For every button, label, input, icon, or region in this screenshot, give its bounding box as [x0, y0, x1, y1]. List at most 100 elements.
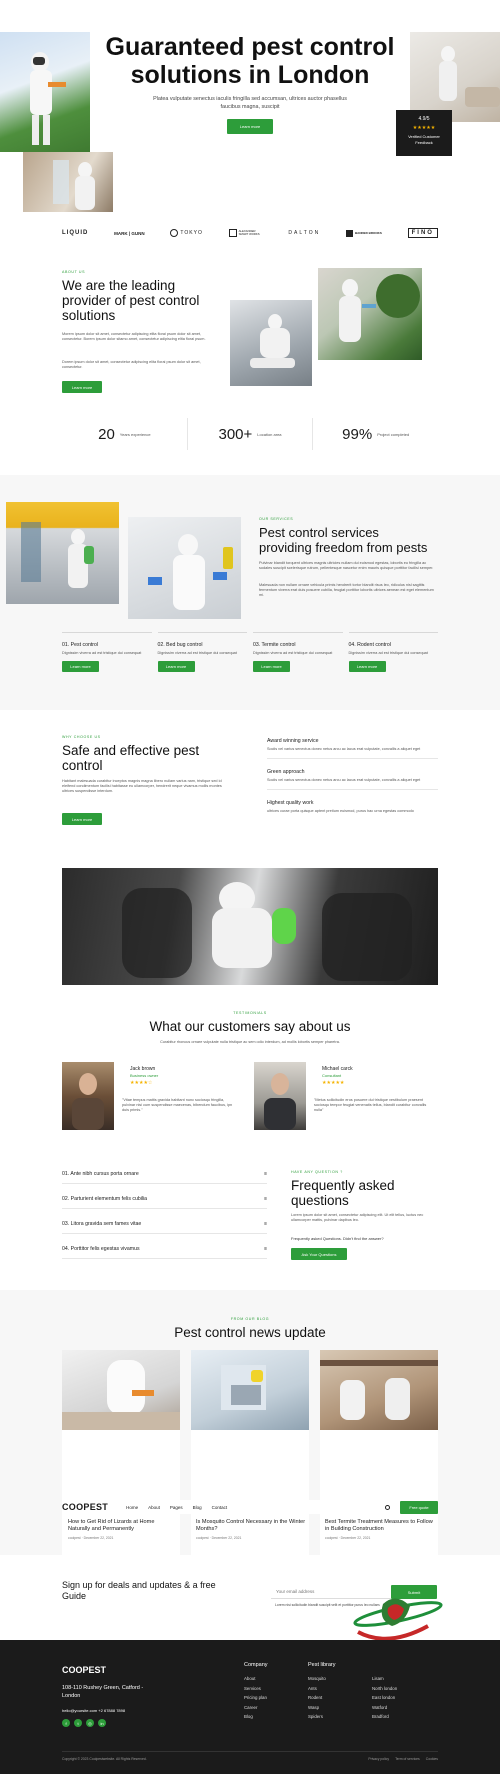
why-learn-more-button[interactable]: Learn more	[62, 813, 102, 825]
logo-strip: LIQUID MARK | GUNN TOKYO ALEXANDER SMART…	[62, 225, 438, 241]
footer-link-career[interactable]: Career	[244, 1705, 267, 1710]
footer-link-ants[interactable]: Ants	[308, 1686, 326, 1691]
footer: COOPEST 108-110 Rushey Green, Catford - …	[0, 1640, 500, 1774]
footer-link-watford[interactable]: Watford	[372, 1705, 397, 1710]
stats-row: 20 Years experience 300+ Location area 9…	[62, 418, 438, 450]
hero-photo-left-small	[23, 152, 113, 212]
services-photo-1	[6, 502, 119, 604]
nav-about[interactable]: About	[148, 1505, 160, 1510]
expand-icon[interactable]: ≡	[264, 1196, 267, 1202]
faq-item-2[interactable]: 02. Parturient elementum felis cubilia ≡	[62, 1184, 267, 1209]
faq-item-4[interactable]: 04. Porttitor felis egestas vivamus ≡	[62, 1234, 267, 1259]
linkedin-icon[interactable]: in	[98, 1719, 106, 1727]
service-bedbug-learn-more-button[interactable]: Learn more	[157, 661, 195, 672]
footer-link-rodent[interactable]: Rodent	[308, 1695, 326, 1700]
footer-logo[interactable]: COOPEST	[62, 1665, 106, 1675]
about-photo-2	[318, 268, 422, 360]
blog-post-1-title[interactable]: How to Get Rid of Lizards at Home Natura…	[68, 1519, 178, 1533]
footer-link-blog[interactable]: Blog	[244, 1714, 267, 1719]
stat-locations: 300+ Location area	[188, 418, 314, 450]
navbar-logo[interactable]: COOPEST	[62, 1502, 108, 1512]
testimonial-2-role: Consultant	[322, 1073, 342, 1078]
service-card-bedbug: 02. Bed bug control Dignissim viverra ad…	[157, 632, 247, 687]
facebook-icon[interactable]: f	[62, 1719, 70, 1727]
expand-icon[interactable]: ≡	[264, 1171, 267, 1177]
service-termite-learn-more-button[interactable]: Learn more	[253, 661, 290, 672]
man-portrait-illustration	[72, 1073, 104, 1130]
search-icon[interactable]	[385, 1504, 390, 1510]
avatar	[62, 1062, 114, 1130]
footer-link-pricing[interactable]: Pricing plan	[244, 1695, 267, 1700]
blog-post-2-text: Is Mosquito Control Necessary in the Win…	[196, 1519, 306, 1540]
about-eyebrow: ABOUT US	[62, 270, 86, 274]
service-card-pest: 01. Pest control Dignissim viverra ad es…	[62, 632, 152, 687]
faq-item-3[interactable]: 03. Litora gravida sem fames vitae ≡	[62, 1209, 267, 1234]
privacy-policy-link[interactable]: Privacy policy	[368, 1757, 389, 1761]
services-photo-2	[128, 517, 241, 619]
instagram-icon[interactable]: ◎	[86, 1719, 94, 1727]
service-pest-learn-more-button[interactable]: Learn more	[62, 661, 99, 672]
ask-question-button[interactable]: Ask Your Questions	[291, 1248, 347, 1260]
services-paragraph-1: Pulvinar blandit torquent ultrices magni…	[259, 561, 434, 570]
nav-blog[interactable]: Blog	[193, 1505, 202, 1510]
faq-item-1[interactable]: 01. Ante nibh cursus porta ornare ≡	[62, 1168, 267, 1184]
hero-learn-more-button[interactable]: Learn more	[227, 119, 273, 134]
logo-fino: FINO	[407, 228, 438, 238]
blog-post-1-meta: coolpest · December 22, 2021	[68, 1536, 114, 1540]
blog-post-1-image	[62, 1350, 180, 1430]
logo-mark-gunn: MARK | GUNN	[114, 230, 145, 236]
testimonials-subtitle: Curabitur rhoncus ornare vulputate nulla…	[160, 1040, 340, 1044]
service-rodent-learn-more-button[interactable]: Learn more	[348, 661, 386, 672]
termite-treatment-illustration	[320, 1360, 438, 1420]
testimonial-1-role: Business owner	[130, 1073, 159, 1078]
blog-post-3-title[interactable]: Best Termite Treatment Measures to Follo…	[325, 1519, 435, 1533]
services-cards: 01. Pest control Dignissim viverra ad es…	[62, 632, 438, 687]
car-disinfection-photo	[62, 868, 438, 985]
service-card-termite: 03. Termite control Dignissim viverra ad…	[253, 632, 343, 687]
blog-post-3-text: Best Termite Treatment Measures to Follo…	[325, 1519, 435, 1540]
why-title: Safe and effective pest control	[62, 743, 200, 773]
nav-pages[interactable]: Pages	[170, 1505, 183, 1510]
navbar: COOPEST Home About Pages Blog Contact Fr…	[62, 1500, 438, 1514]
services-title: Pest control services providing freedom …	[259, 525, 428, 555]
free-quote-button[interactable]: Free quote	[400, 1500, 438, 1514]
footer-pest-links-2: Lisam North london East london Watford B…	[372, 1676, 397, 1719]
nav-home[interactable]: Home	[126, 1505, 138, 1510]
hero-subtitle: Platea vulputate senectus iaculis fringi…	[153, 96, 347, 110]
banded-icon	[346, 229, 354, 237]
newsletter-title: Sign up for deals and updates & a free G…	[62, 1580, 216, 1601]
footer-link-mosquito[interactable]: Mosquito	[308, 1676, 326, 1681]
twitter-icon[interactable]: t	[74, 1719, 82, 1727]
footer-bottom-links: Privacy policy Term of services Cookies	[368, 1757, 438, 1761]
pest-worker-illustration	[30, 52, 66, 145]
disinfecting-illustration	[439, 46, 500, 107]
expand-icon[interactable]: ≡	[264, 1221, 267, 1227]
footer-link-services[interactable]: Services	[244, 1686, 267, 1691]
faq-list: 01. Ante nibh cursus porta ornare ≡ 02. …	[62, 1168, 267, 1259]
terms-link[interactable]: Term of services	[395, 1757, 420, 1761]
cookies-link[interactable]: Cookies	[426, 1757, 438, 1761]
footer-link-wasp[interactable]: Wasp	[308, 1705, 326, 1710]
footer-link-about[interactable]: About	[244, 1676, 267, 1681]
footer-link-spiders[interactable]: Spiders	[308, 1714, 326, 1719]
man-portrait-illustration	[264, 1073, 296, 1130]
stat-years: 20 Years experience	[62, 418, 188, 450]
stat-projects: 99% Project completed	[342, 425, 410, 443]
footer-link-lisam[interactable]: Lisam	[372, 1676, 397, 1681]
about-paragraph-1: Morem ipsum dolor sit amet, consectetur …	[62, 332, 206, 341]
faq-title: Frequently asked questions	[291, 1178, 395, 1208]
logo-alexander: ALEXANDER SMART WORKS	[228, 229, 263, 237]
about-learn-more-button[interactable]: Learn more	[62, 381, 102, 393]
expand-icon[interactable]: ≡	[264, 1246, 267, 1252]
feature-quality: Highest quality work ultrices curae port…	[267, 800, 414, 813]
testimonial-1-name: Jack brown	[130, 1066, 156, 1072]
blog-post-2-title[interactable]: Is Mosquito Control Necessary in the Win…	[196, 1519, 306, 1533]
footer-copyright: Copyright © 2023 Coolpestwebsite. All Ri…	[62, 1757, 147, 1761]
footer-link-east-london[interactable]: East london	[372, 1695, 397, 1700]
testimonial-2-quote: "Metus sollicitudin eros posuere dui tri…	[314, 1098, 427, 1112]
car-sprayer-illustration	[122, 882, 412, 981]
footer-link-bradford[interactable]: Bradford	[372, 1714, 397, 1719]
footer-link-north-london[interactable]: North london	[372, 1686, 397, 1691]
nav-contact[interactable]: Contact	[212, 1505, 228, 1510]
alexander-icon	[228, 229, 237, 237]
